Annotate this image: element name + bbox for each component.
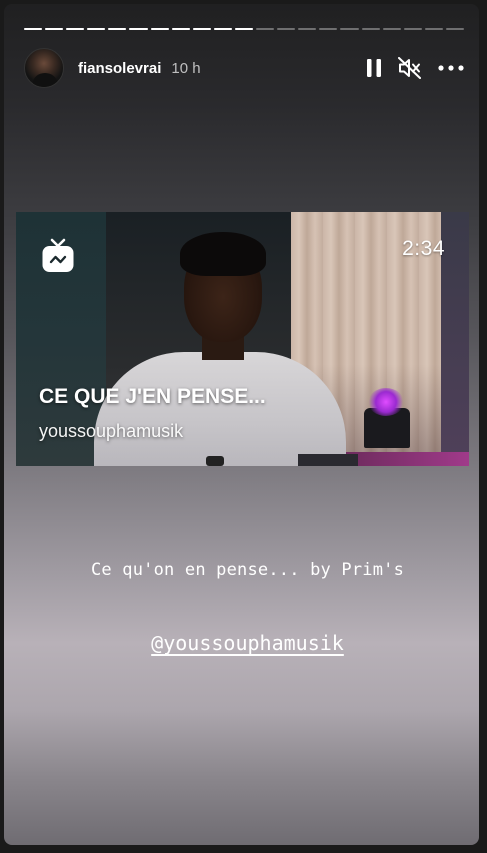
progress-segment — [403, 28, 422, 30]
story-viewer: fiansolevrai 10 h 2:34 CE QUE J'EN PENSE… — [0, 0, 487, 853]
story-card[interactable]: fiansolevrai 10 h 2:34 CE QUE J'EN PENSE… — [4, 4, 479, 845]
story-progress-bar — [24, 28, 464, 30]
progress-segment-fill — [171, 28, 190, 30]
progress-segment-fill — [87, 28, 106, 30]
story-caption: Ce qu'on en pense... by Prim's — [90, 560, 405, 580]
microphone — [206, 456, 224, 466]
progress-segment — [361, 28, 380, 30]
progress-segment — [445, 28, 464, 30]
mention-sticker[interactable]: @youssouphamusik — [4, 631, 479, 655]
progress-segment-fill — [108, 28, 127, 30]
progress-segment — [171, 28, 190, 30]
progress-segment-fill — [213, 28, 232, 30]
progress-segment-fill — [66, 28, 85, 30]
progress-segment — [66, 28, 85, 30]
story-header: fiansolevrai 10 h — [24, 47, 464, 89]
progress-segment — [213, 28, 232, 30]
progress-segment — [382, 28, 401, 30]
speaker-hair — [180, 232, 266, 276]
username[interactable]: fiansolevrai — [78, 60, 161, 77]
igtv-icon — [42, 238, 74, 272]
progress-segment — [234, 28, 254, 30]
progress-segment — [340, 28, 359, 30]
progress-segment — [108, 28, 127, 30]
progress-segment — [150, 28, 169, 30]
progress-segment-fill — [24, 28, 43, 30]
progress-segment — [319, 28, 338, 30]
progress-segment — [424, 28, 443, 30]
story-controls — [366, 57, 464, 79]
progress-segment — [256, 28, 275, 30]
progress-segment — [87, 28, 106, 30]
video-duration: 2:34 — [402, 237, 445, 260]
video-channel: youssouphamusik — [39, 421, 184, 441]
pause-icon — [367, 59, 381, 77]
progress-segment-fill — [234, 28, 254, 30]
progress-segment — [277, 28, 296, 30]
igtv-video-card[interactable]: 2:34 CE QUE J'EN PENSE... youssouphamusi… — [16, 212, 469, 466]
purple-light-glow — [368, 388, 404, 416]
desk-edge — [298, 454, 358, 466]
more-horizontal-icon — [438, 65, 464, 71]
progress-segment-fill — [150, 28, 169, 30]
progress-segment — [129, 28, 148, 30]
progress-segment — [24, 28, 43, 30]
pause-button[interactable] — [366, 58, 382, 78]
progress-segment-fill — [129, 28, 148, 30]
avatar[interactable] — [24, 48, 64, 88]
video-title: CE QUE J'EN PENSE... — [39, 385, 266, 408]
progress-segment — [298, 28, 317, 30]
muted-speaker-icon — [398, 57, 421, 79]
video-background-right — [441, 212, 469, 466]
timestamp: 10 h — [171, 59, 201, 77]
progress-segment — [192, 28, 211, 30]
progress-segment — [45, 28, 64, 30]
progress-segment-fill — [45, 28, 64, 30]
speaker-shirt — [94, 352, 346, 466]
mute-button[interactable] — [398, 57, 422, 79]
more-options-button[interactable] — [438, 65, 464, 71]
progress-segment-fill — [192, 28, 211, 30]
